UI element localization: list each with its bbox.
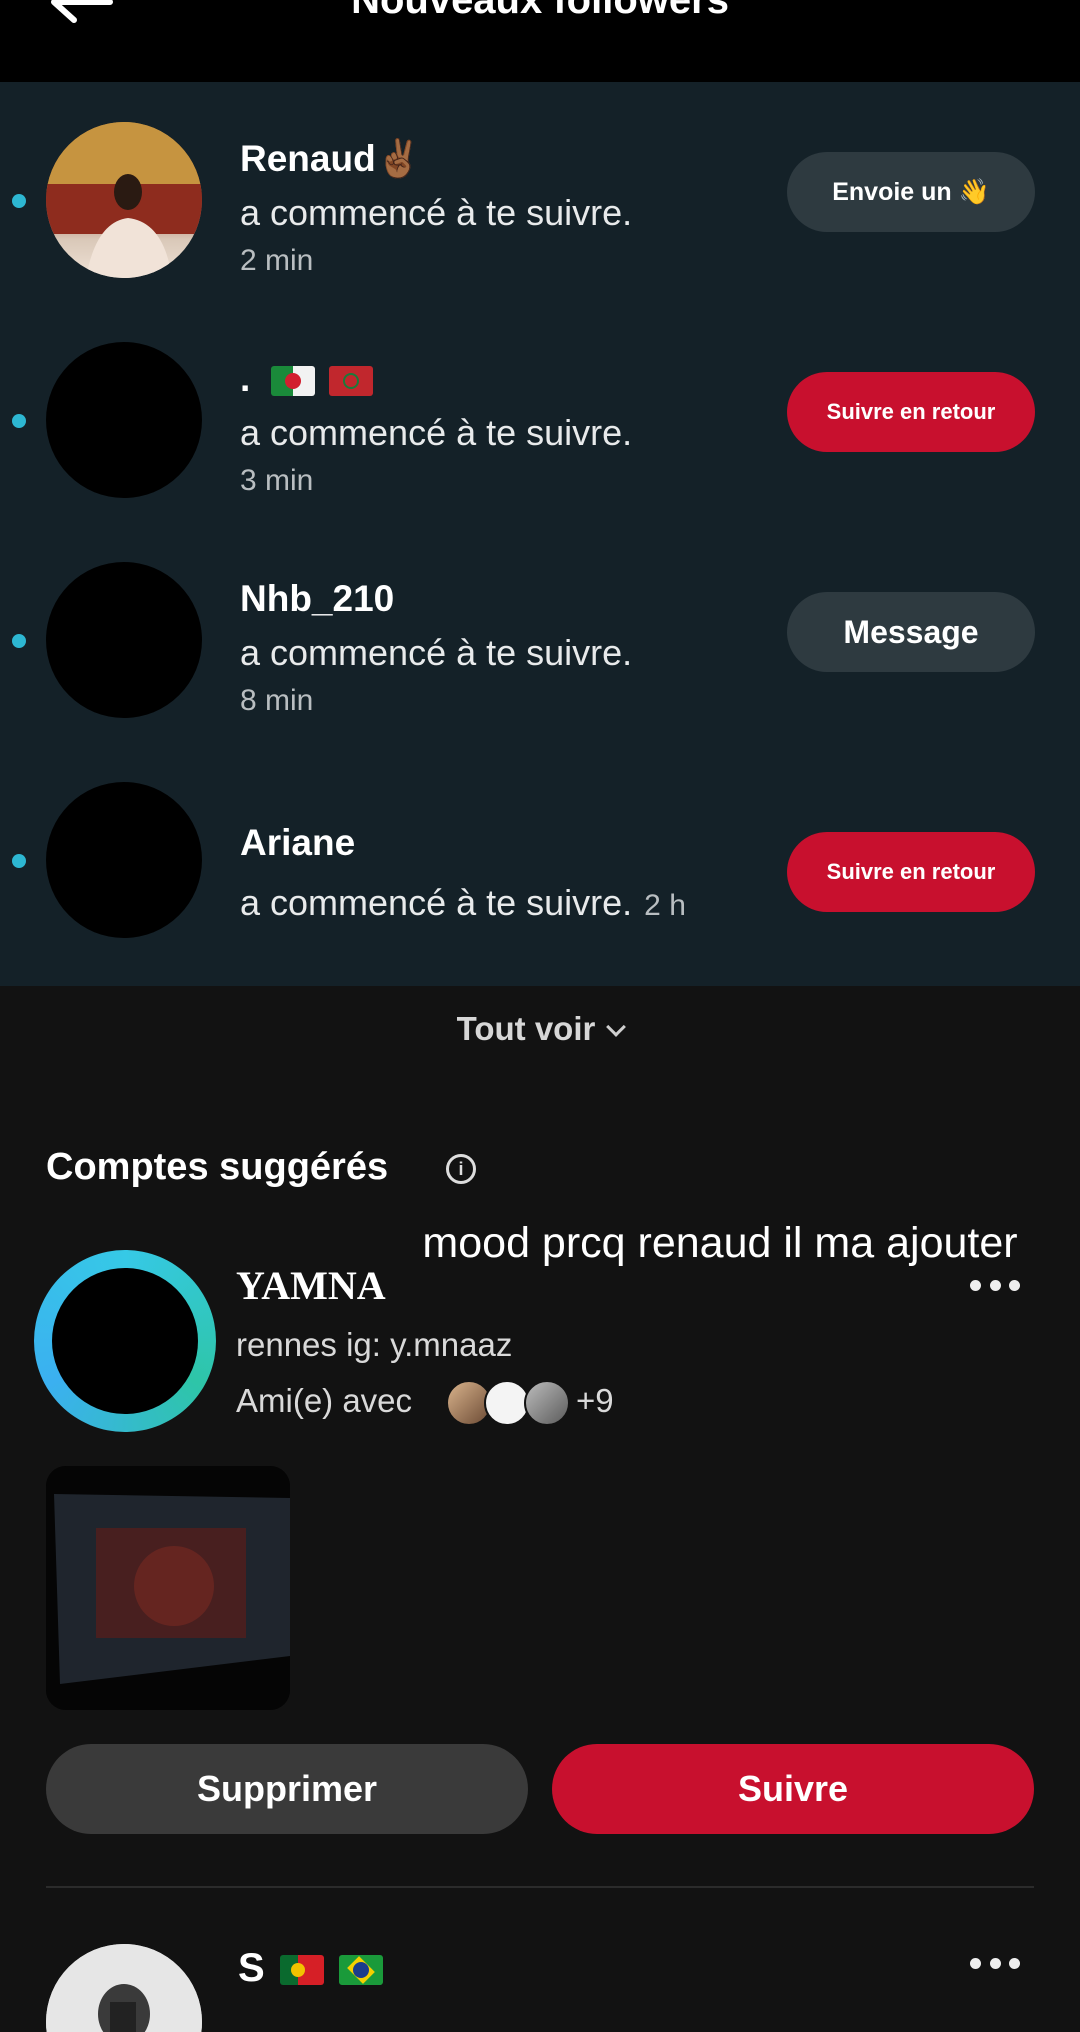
overlay-caption: mood prcq renaud il ma ajouter	[422, 1219, 1018, 1267]
unread-dot	[12, 414, 26, 428]
follower-row[interactable]: Nhb_210 a commencé à te suivre. 8 min Me…	[0, 560, 1080, 760]
wave-button[interactable]: Envoie un 👋	[787, 152, 1035, 232]
more-options-icon[interactable]	[970, 1958, 1020, 1972]
avatar[interactable]	[46, 1944, 202, 2032]
unread-dot	[12, 854, 26, 868]
portugal-flag-icon	[279, 1955, 324, 1986]
see-all-button[interactable]: Tout voir	[0, 1010, 1080, 1048]
chevron-down-icon	[606, 1017, 627, 1037]
follow-back-button[interactable]: Suivre en retour	[787, 372, 1035, 452]
avatar[interactable]	[46, 782, 202, 938]
follower-time: 2 min	[240, 244, 314, 277]
suggested-username[interactable]: S	[238, 1946, 383, 1991]
follower-action-text: a commencé à te suivre. 2 h	[240, 882, 686, 923]
new-followers-list: Renaud✌🏾 a commencé à te suivre. 2 min E…	[0, 82, 1080, 986]
follower-action-text: a commencé à te suivre.	[240, 632, 633, 673]
divider	[46, 1886, 1034, 1888]
avatar[interactable]	[46, 342, 202, 498]
suggested-bio: rennes ig: y.mnaaz	[236, 1326, 513, 1363]
follower-username[interactable]: Nhb_210	[240, 578, 394, 620]
follower-time: 8 min	[240, 684, 314, 717]
dismiss-button[interactable]: Supprimer	[46, 1744, 528, 1834]
mutual-friend-avatar	[524, 1380, 570, 1426]
algeria-flag-icon	[270, 366, 315, 397]
mutual-friends-label: Ami(e) avec	[236, 1382, 413, 1419]
follower-time: 3 min	[240, 464, 314, 497]
follower-action-text: a commencé à te suivre.	[240, 412, 633, 453]
follower-time: 2 h	[644, 889, 686, 922]
avatar[interactable]	[46, 122, 202, 278]
top-bar: Nouveaux followers	[0, 0, 1080, 82]
follower-username[interactable]: Ariane	[240, 822, 355, 864]
suggested-username[interactable]: YAMNA	[236, 1262, 386, 1309]
follower-username[interactable]: Renaud✌🏾	[240, 138, 422, 181]
unread-dot	[12, 634, 26, 648]
info-icon[interactable]: i	[446, 1154, 476, 1184]
unread-dot	[12, 194, 26, 208]
avatar[interactable]	[46, 562, 202, 718]
more-options-icon[interactable]	[970, 1280, 1020, 1294]
follower-action-text: a commencé à te suivre.	[240, 192, 633, 233]
brazil-flag-icon	[338, 1955, 383, 1986]
follower-row[interactable]: Renaud✌🏾 a commencé à te suivre. 2 min E…	[0, 120, 1080, 320]
follow-back-button[interactable]: Suivre en retour	[787, 832, 1035, 912]
post-thumbnail[interactable]	[46, 1466, 290, 1710]
follower-row[interactable]: . a commencé à te suivre. 3 min Suivre e…	[0, 340, 1080, 540]
follower-username[interactable]: .	[240, 358, 373, 400]
morocco-flag-icon	[328, 366, 373, 397]
follow-button[interactable]: Suivre	[552, 1744, 1034, 1834]
follower-row[interactable]: Ariane a commencé à te suivre. 2 h Suivre…	[0, 780, 1080, 980]
message-button[interactable]: Message	[787, 592, 1035, 672]
avatar[interactable]	[52, 1268, 198, 1414]
page-title: Nouveaux followers	[351, 0, 729, 22]
suggested-accounts-title: Comptes suggérés	[46, 1146, 389, 1188]
mutual-friends-count: +9	[576, 1382, 614, 1419]
